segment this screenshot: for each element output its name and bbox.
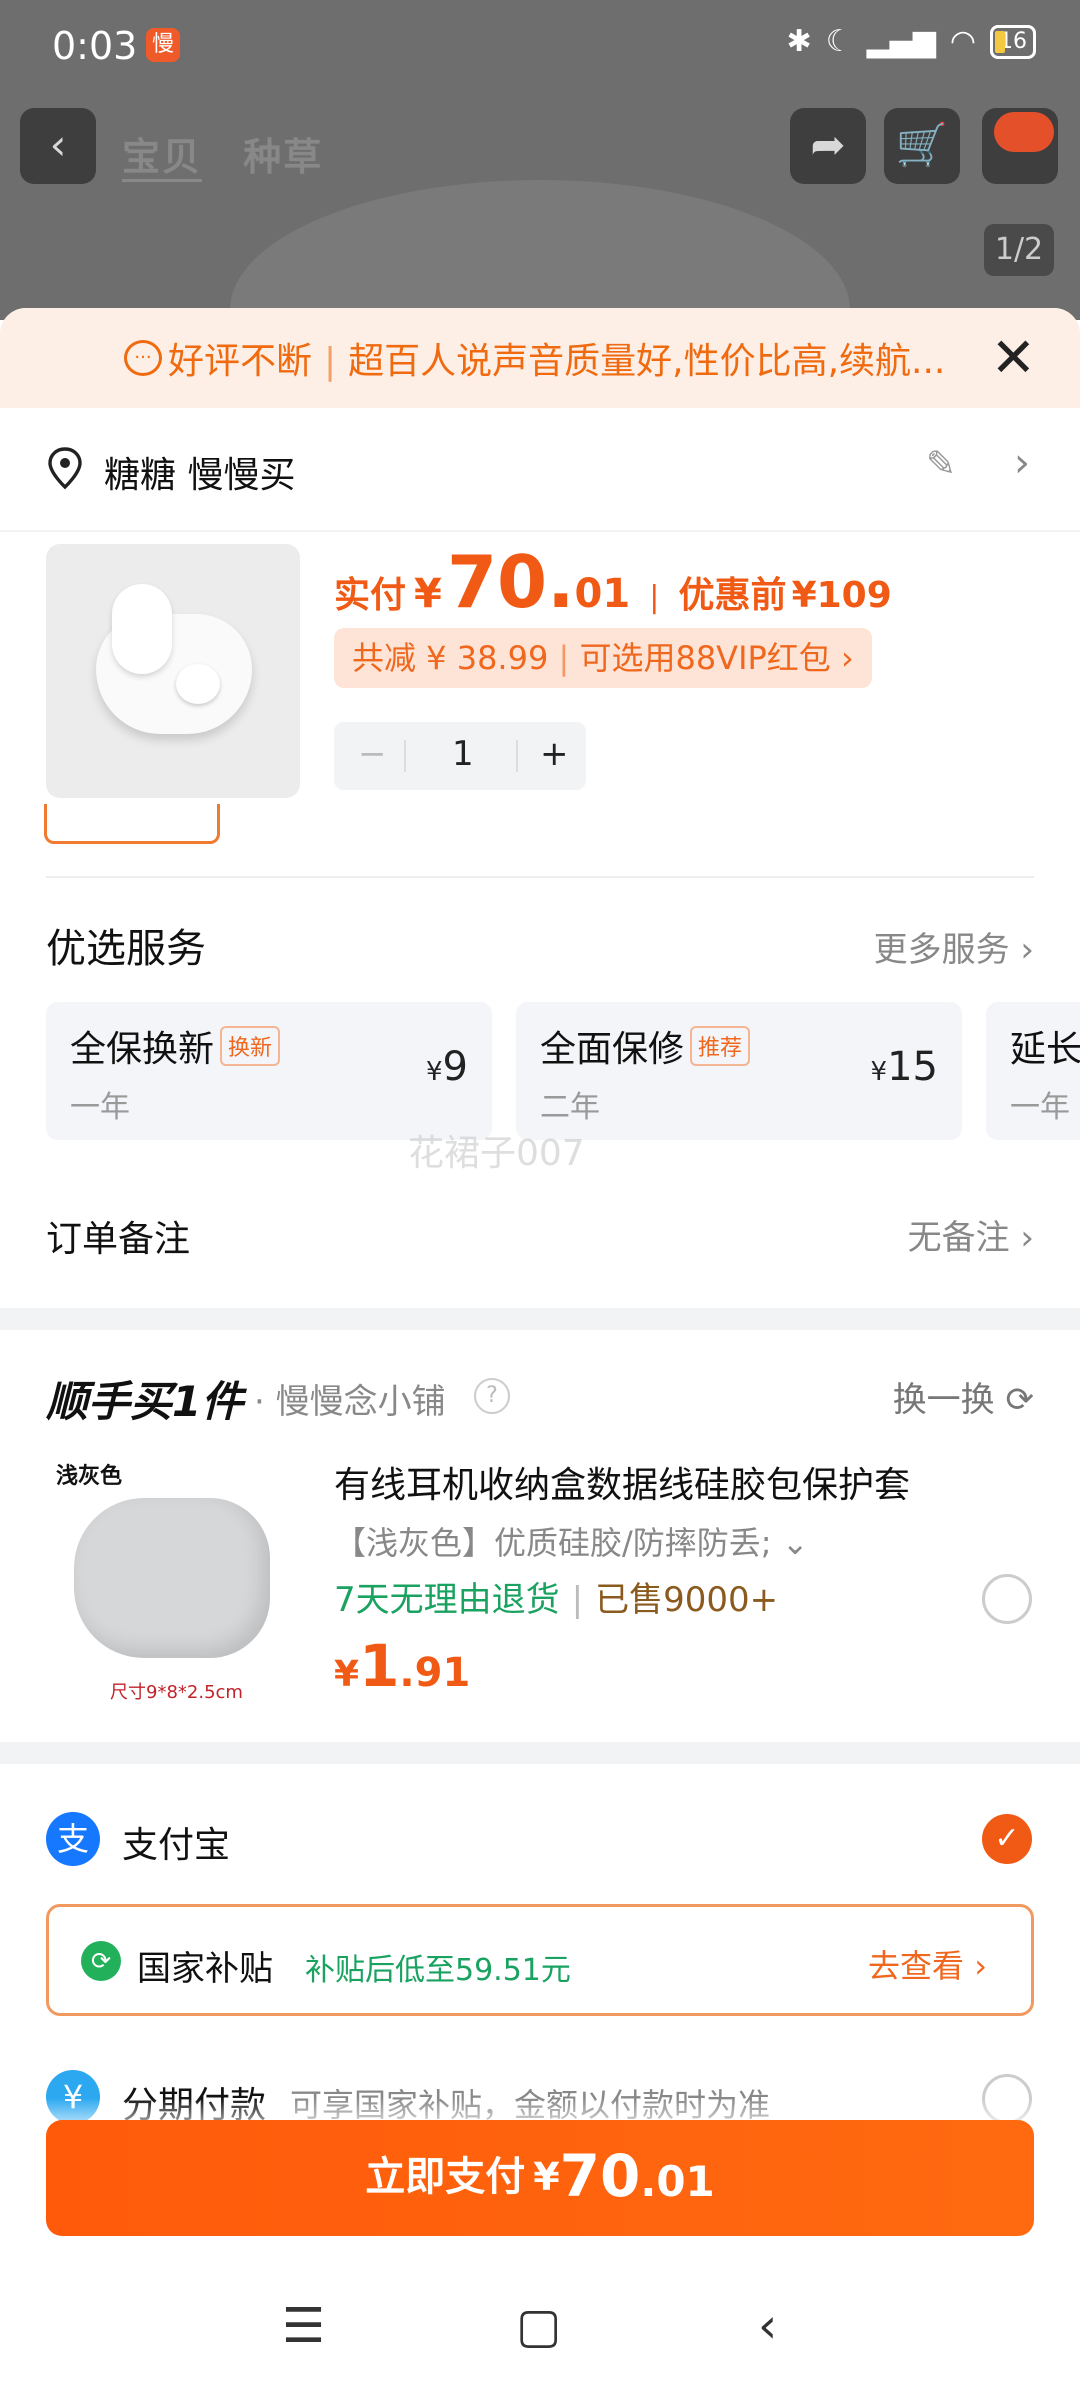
recipient-name: 糖糖 慢慢买: [104, 455, 296, 496]
quantity-value[interactable]: 1: [452, 734, 474, 774]
tab-item[interactable]: 宝贝: [122, 135, 203, 182]
swap-button[interactable]: 换一换 ⟳: [893, 1372, 1034, 1421]
order-sheet: ··· 好评不断 | 超百人说声音质量好,性价比高,续航... ✕ 糖糖 慢慢买 ✎…: [0, 308, 1080, 2400]
more-services-link[interactable]: 更多服务 ›: [874, 922, 1034, 971]
edit-icon[interactable]: ✎: [926, 444, 956, 485]
product-top-bar: ‹ 宝贝 种草 ➦ 🛒: [0, 106, 1080, 188]
subsidy-view-link[interactable]: 去查看 ›: [868, 1941, 987, 1987]
accessory-select-radio[interactable]: [982, 1574, 1032, 1624]
clock: 0:03: [52, 24, 138, 68]
share-button[interactable]: ➦: [790, 108, 866, 184]
refresh-icon: ⟳: [1005, 1380, 1035, 1420]
service-term: 一年: [1010, 1090, 1070, 1125]
order-note-label: 订单备注: [46, 1219, 191, 1260]
service-price: ¥15: [870, 1044, 938, 1090]
image-color-label: 浅灰色: [56, 1464, 123, 1489]
bluetooth-icon: ✱: [786, 24, 812, 59]
back-icon[interactable]: ‹: [758, 2298, 777, 2354]
back-button[interactable]: ‹: [20, 108, 96, 184]
accessory-image: 浅灰色 尺寸9*8*2.5cm: [46, 1456, 286, 1706]
chat-icon: ···: [124, 340, 162, 376]
chevron-right-icon: ›: [1014, 440, 1030, 486]
alipay-label[interactable]: 支付宝: [122, 1816, 230, 1868]
close-icon[interactable]: ✕: [991, 326, 1036, 389]
bundle-title: 顺手买1件: [46, 1377, 244, 1426]
divider: [46, 876, 1034, 878]
divider: [0, 530, 1080, 532]
home-icon[interactable]: ▢: [516, 2298, 561, 2354]
menu-icon[interactable]: ☰: [282, 2298, 325, 2354]
price-row: 实付 ¥ 70.01 | 优惠前 ¥109: [334, 540, 892, 624]
battery-icon: 16: [990, 24, 1036, 59]
service-tag: 推荐: [690, 1026, 751, 1066]
accessory-spec[interactable]: 【浅灰色】优质硅胶/防摔防丢; ⌄: [334, 1518, 809, 1564]
watermark: 花裙子007: [408, 1133, 585, 1174]
alipay-icon: 支: [46, 1812, 100, 1866]
chevron-right-icon: ›: [1020, 1218, 1034, 1258]
accessory-price: ¥1.91: [334, 1632, 471, 1700]
service-term: 二年: [540, 1090, 600, 1125]
service-tag: 换新: [220, 1026, 281, 1066]
return-policy: 7天无理由退货: [334, 1580, 560, 1620]
moon-icon: ☾: [825, 24, 853, 59]
pay-label: 立即支付: [365, 2154, 526, 2200]
subsidy-text: 补贴后低至59.51元: [305, 1953, 571, 1988]
increase-button[interactable]: +: [540, 734, 569, 774]
location-pin-icon: [48, 447, 82, 490]
service-title: 全面保修: [540, 1029, 685, 1070]
signal-icon: ▂▄▆: [866, 24, 936, 59]
image-size-label: 尺寸9*8*2.5cm: [110, 1682, 243, 1703]
accessory-title[interactable]: 有线耳机收纳盒数据线硅胶包保护套: [334, 1456, 910, 1508]
system-nav-bar: ☰ ▢ ‹: [0, 2270, 1080, 2400]
order-note-value[interactable]: 无备注 ›: [908, 1210, 1034, 1259]
service-card[interactable]: 全面保修 推荐 二年 ¥15: [516, 1002, 962, 1140]
subsidy-title: 国家补贴: [137, 1949, 273, 1989]
bundle-shop: · 慢慢念小铺: [254, 1382, 446, 1422]
service-card[interactable]: 延长 一年: [986, 1002, 1080, 1140]
price-int: 70.: [446, 540, 575, 624]
chevron-right-icon: ›: [1020, 930, 1034, 970]
decrease-button[interactable]: −: [358, 734, 387, 774]
service-price: ¥9: [426, 1044, 468, 1090]
service-title: 延长: [1010, 1029, 1080, 1070]
pay-label: 实付: [334, 575, 407, 616]
chevron-right-icon: ›: [840, 639, 854, 677]
saving-text: 共减 ¥ 38.99: [352, 639, 549, 677]
accessory-meta: 7天无理由退货 | 已售9000+: [334, 1580, 779, 1620]
discount-chip[interactable]: 共减 ¥ 38.99 | 可选用88VIP红包 ›: [334, 628, 872, 688]
orig-label: 优惠前: [678, 575, 787, 616]
chevron-down-icon: ⌄: [781, 1524, 809, 1562]
app-badge: 慢: [146, 28, 180, 62]
quantity-stepper: − 1 +: [334, 722, 586, 790]
pay-now-button[interactable]: 立即支付 ¥70.01: [46, 2120, 1034, 2236]
vip-text: 可选用88VIP红包: [579, 639, 831, 677]
sold-count: 已售9000+: [595, 1580, 779, 1620]
message-badge: [994, 112, 1054, 152]
service-card[interactable]: 全保换新 换新 一年 ¥9: [46, 1002, 492, 1140]
review-banner: ··· 好评不断 | 超百人说声音质量好,性价比高,续航... ✕: [0, 308, 1080, 408]
banner-text: 超百人说声音质量好,性价比高,续航...: [348, 341, 946, 382]
orig-price: ¥109: [791, 575, 892, 616]
help-icon[interactable]: ?: [474, 1378, 510, 1414]
banner-label: 好评不断: [168, 341, 313, 382]
service-term: 一年: [70, 1090, 130, 1125]
product-image: [46, 544, 300, 798]
service-title: 全保换新: [70, 1029, 215, 1070]
variant-tab-stub: [44, 804, 220, 844]
subsidy-icon: ⟳: [81, 1941, 121, 1981]
section-gap: [0, 1308, 1080, 1330]
address-row[interactable]: 糖糖 慢慢买 ✎ ›: [46, 438, 1036, 508]
tab-review[interactable]: 种草: [243, 135, 323, 179]
subsidy-card[interactable]: ⟳ 国家补贴 补贴后低至59.51元 去查看 ›: [46, 1904, 1034, 2016]
chevron-right-icon: ›: [974, 1947, 987, 1985]
services-title: 优选服务: [46, 926, 206, 972]
section-gap: [0, 1742, 1080, 1764]
currency: ¥: [414, 571, 442, 617]
cart-button[interactable]: 🛒: [884, 108, 960, 184]
price-dec: 01: [574, 571, 631, 617]
status-bar: 0:03 慢 ✱ ☾ ▂▄▆ ◠ 16: [0, 0, 1080, 92]
wifi-icon: ◠: [949, 24, 976, 59]
alipay-radio-checked[interactable]: ✓: [982, 1814, 1032, 1864]
image-pager: 1/2: [984, 224, 1054, 276]
